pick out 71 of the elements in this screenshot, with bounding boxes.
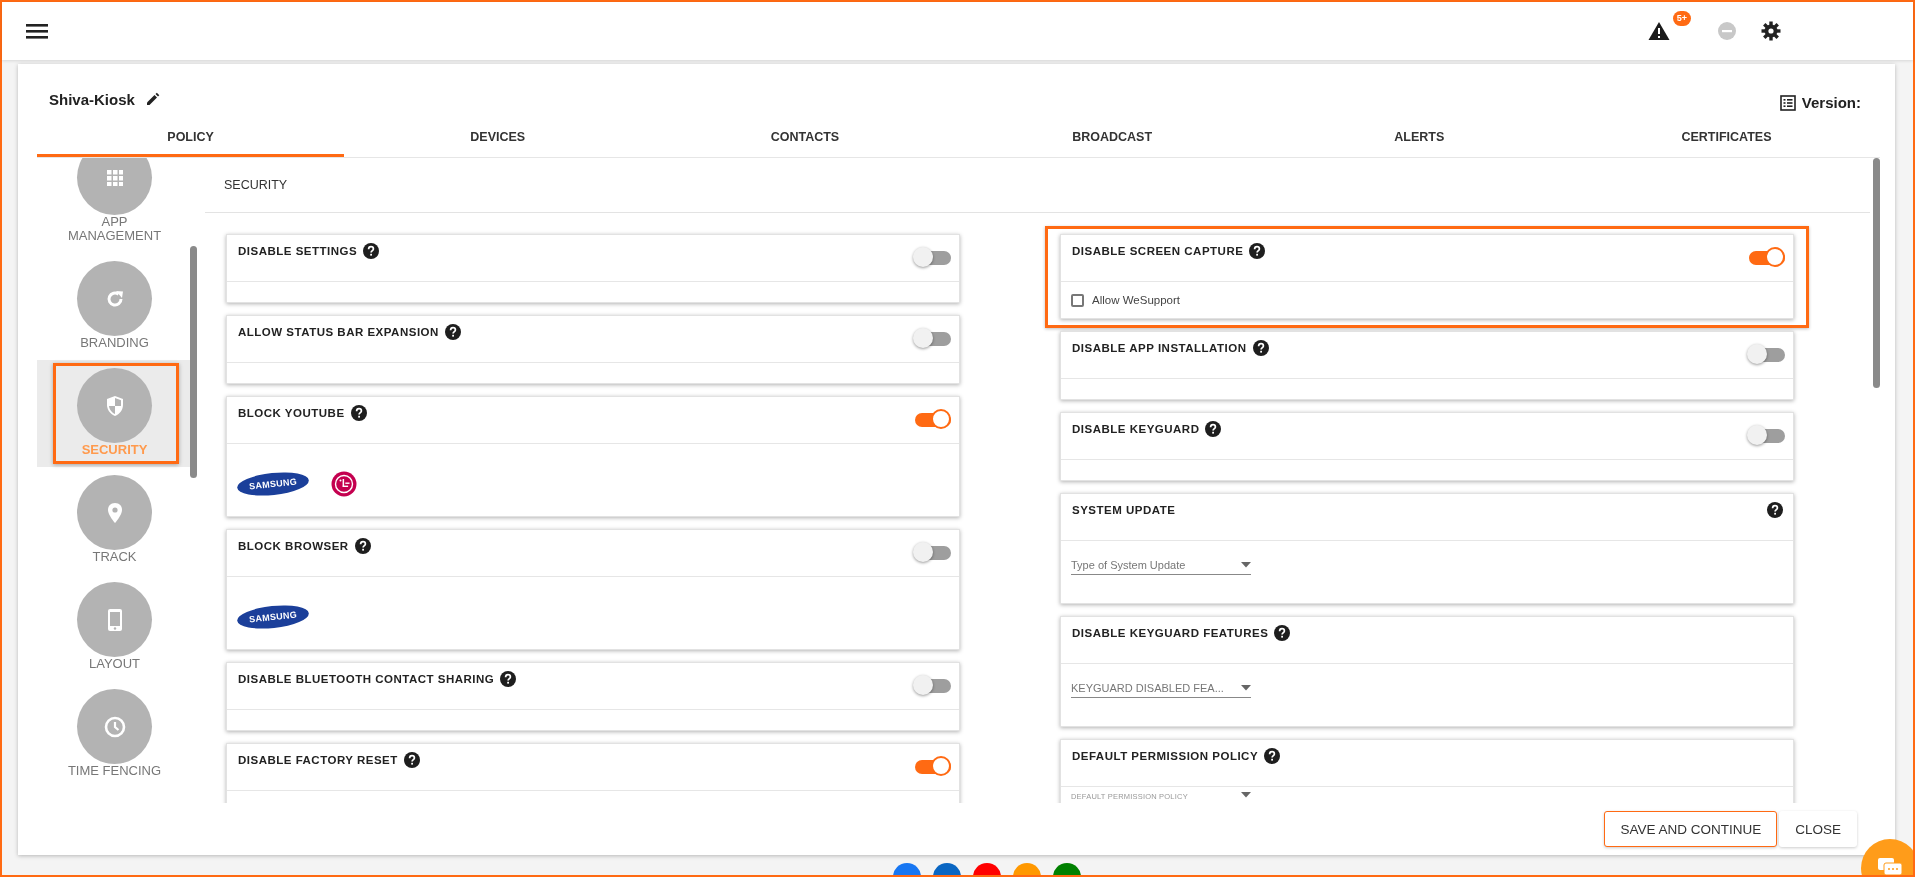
- chat-icon: [1877, 857, 1903, 875]
- toggle-switch[interactable]: [1747, 344, 1785, 366]
- help-icon[interactable]: [354, 538, 371, 554]
- pencil-icon: [144, 91, 161, 107]
- checkbox-label: Allow WeSupport: [1092, 294, 1180, 306]
- page-title: Shiva-Kiosk: [49, 90, 135, 108]
- help-icon[interactable]: [350, 405, 367, 421]
- toggle-switch[interactable]: [913, 675, 951, 697]
- sidebar-item[interactable]: APP MANAGEMENT: [37, 158, 192, 253]
- setting-title: DISABLE KEYGUARD: [1072, 422, 1200, 437]
- setting-title: DISABLE SETTINGS: [238, 244, 358, 259]
- sidebar-item[interactable]: TRACK: [37, 467, 192, 574]
- tab[interactable]: CERTIFICATES: [1572, 119, 1881, 157]
- minus-circle-icon: [1717, 21, 1737, 41]
- list-icon: [1779, 94, 1796, 111]
- sidebar-item[interactable]: BRANDING: [37, 253, 192, 360]
- help-icon[interactable]: [1767, 502, 1783, 518]
- scrollbar-thumb[interactable]: [1873, 158, 1880, 388]
- save-button[interactable]: SAVE AND CONTINUE: [1604, 811, 1778, 847]
- help-icon[interactable]: [1205, 421, 1222, 437]
- caret-icon: [1241, 562, 1251, 568]
- setting-title: DISABLE SCREEN CAPTURE: [1072, 244, 1244, 259]
- toggle-switch[interactable]: [913, 542, 951, 564]
- setting-title: BLOCK YOUTUBE: [238, 406, 345, 421]
- grid-icon: [106, 169, 123, 186]
- section-title: SECURITY: [205, 158, 1870, 213]
- toggle-switch[interactable]: [1747, 247, 1785, 269]
- help-icon[interactable]: [1249, 243, 1266, 259]
- toggle-switch[interactable]: [913, 247, 951, 269]
- help-icon[interactable]: [363, 243, 380, 259]
- circle-logo: [331, 471, 357, 497]
- tab[interactable]: DEVICES: [344, 119, 652, 157]
- settings-icon: [1761, 21, 1781, 41]
- toggle-switch[interactable]: [1747, 425, 1785, 447]
- help-icon[interactable]: [444, 324, 461, 340]
- toggle-switch[interactable]: [913, 409, 951, 431]
- setting-title: DEFAULT PERMISSION POLICY: [1072, 749, 1259, 764]
- tab[interactable]: BROADCAST: [958, 119, 1266, 157]
- sidebar-item[interactable]: TIME FENCING: [37, 681, 192, 788]
- menu-icon: [26, 22, 48, 40]
- setting-title: DISABLE KEYGUARD FEATURES: [1072, 626, 1269, 641]
- dropdown-field[interactable]: KEYGUARD DISABLED FEA...: [1071, 682, 1251, 698]
- toggle-switch[interactable]: [913, 328, 951, 350]
- sidebar-item[interactable]: LAYOUT: [37, 574, 192, 681]
- shield-icon: [104, 394, 125, 417]
- clock-icon: [103, 715, 126, 738]
- dropdown-field[interactable]: Type of System Update: [1071, 559, 1251, 575]
- setting-title: DISABLE BLUETOOTH CONTACT SHARING: [238, 672, 495, 687]
- setting-title: DISABLE FACTORY RESET: [238, 753, 398, 768]
- location-pin-icon: [106, 501, 123, 524]
- help-icon[interactable]: [500, 671, 517, 687]
- tab[interactable]: CONTACTS: [651, 119, 959, 157]
- toggle-switch[interactable]: [913, 756, 951, 778]
- help-icon[interactable]: [1274, 625, 1291, 641]
- help-icon[interactable]: [1252, 340, 1269, 356]
- phone-icon: [106, 607, 123, 632]
- setting-title: ALLOW STATUS BAR EXPANSION: [238, 325, 439, 340]
- tab[interactable]: ALERTS: [1265, 119, 1573, 157]
- notification-badge: 5+: [1672, 11, 1691, 26]
- help-icon[interactable]: [1264, 748, 1281, 764]
- setting-title: BLOCK BROWSER: [238, 539, 349, 554]
- caret-icon: [1241, 685, 1251, 691]
- close-button[interactable]: CLOSE: [1779, 811, 1857, 847]
- caret-icon: [1241, 792, 1251, 798]
- setting-title: DISABLE APP INSTALLATION: [1072, 341, 1247, 356]
- scrollbar-thumb[interactable]: [190, 246, 197, 478]
- checkbox[interactable]: [1071, 293, 1084, 307]
- setting-title: SYSTEM UPDATE: [1072, 503, 1176, 518]
- warning-icon: [1648, 21, 1670, 41]
- help-icon[interactable]: [403, 752, 420, 768]
- version-label: Version:: [1801, 94, 1861, 111]
